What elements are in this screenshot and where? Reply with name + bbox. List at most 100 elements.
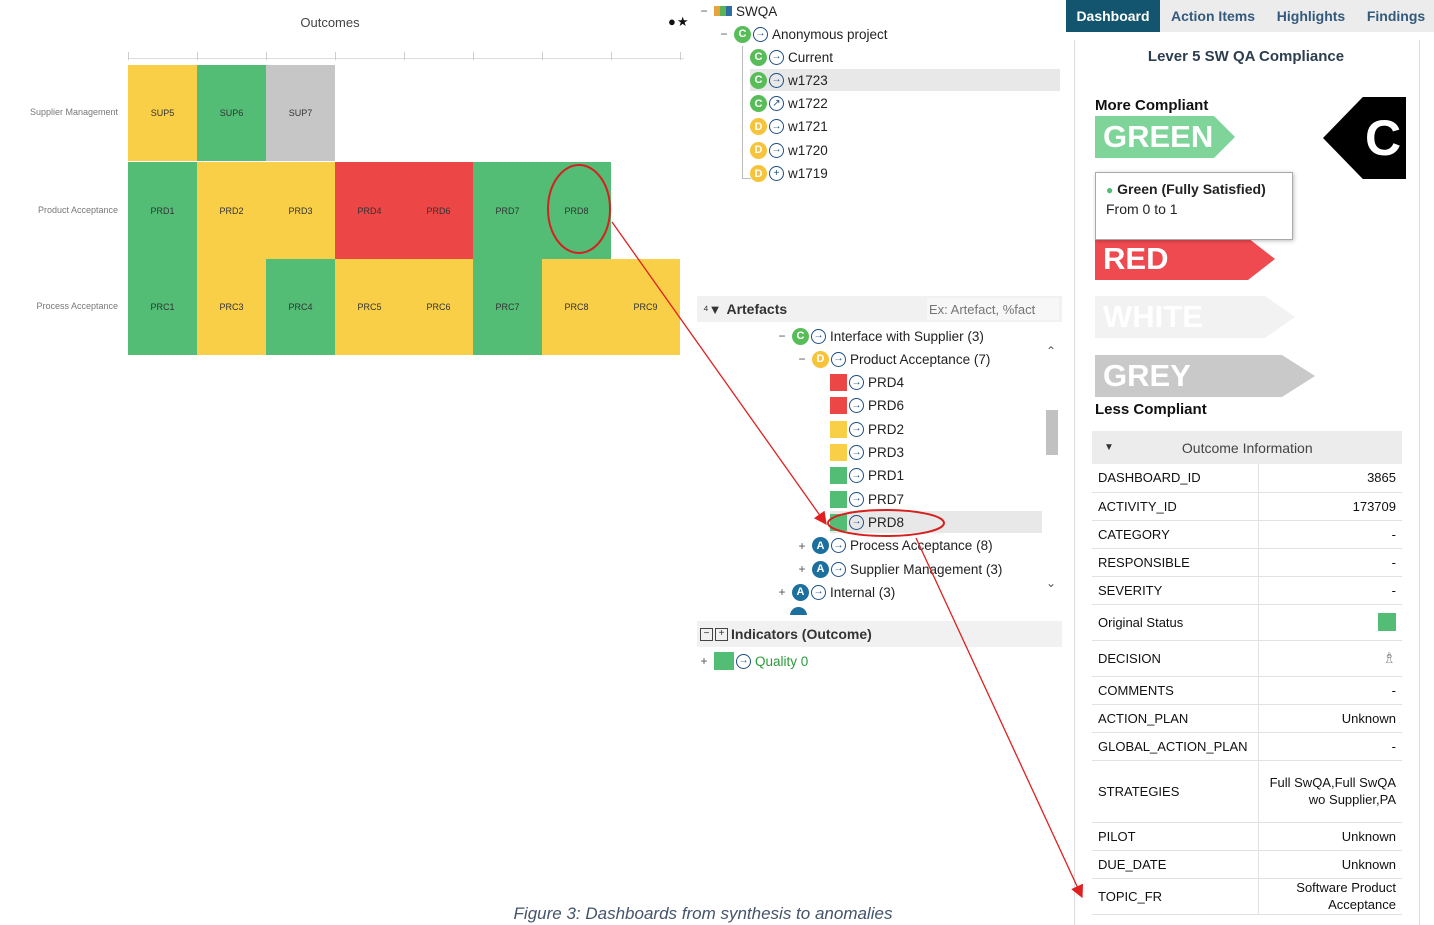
project-label: Anonymous project: [772, 26, 888, 42]
tree-item-version[interactable]: C → w1723: [750, 69, 1060, 92]
tab-findings[interactable]: Findings: [1358, 0, 1434, 32]
heatmap-cell[interactable]: PRD6: [404, 162, 473, 259]
status-square: [830, 444, 847, 461]
tree-item-version[interactable]: D → w1720: [750, 139, 828, 161]
rating-letter: C: [1365, 110, 1402, 166]
collapse-icon[interactable]: −: [776, 329, 788, 343]
heatmap-cell[interactable]: PRD3: [266, 162, 335, 259]
heatmap-cell[interactable]: PRC1: [128, 259, 197, 355]
collapse-icon[interactable]: −: [698, 4, 710, 18]
indicator-label: Quality 0: [755, 653, 809, 669]
figure-caption: Figure 3: Dashboards from synthesis to a…: [513, 904, 893, 923]
info-key: GLOBAL_ACTION_PLAN: [1092, 732, 1259, 761]
status-badge: C: [750, 48, 767, 66]
version-label: w1720: [788, 142, 828, 158]
info-value: 3865: [1367, 470, 1396, 486]
tab-dashboard[interactable]: Dashboard: [1066, 0, 1160, 32]
info-value: 173709: [1352, 498, 1396, 514]
heatmap-cell[interactable]: PRD4: [335, 162, 404, 259]
heatmap-cell[interactable]: SUP6: [197, 65, 266, 161]
version-label: w1721: [788, 119, 828, 135]
less-compliant-label: Less Compliant: [1095, 401, 1207, 418]
heatmap-cell[interactable]: PRD7: [473, 162, 542, 259]
info-value: Full SwQA,Full SwQA wo Supplier,PA: [1269, 775, 1396, 807]
artefact-folder[interactable]: + A → Process Acceptance (8): [796, 535, 993, 557]
arrow-icon: →: [831, 538, 846, 554]
heatmap-cell[interactable]: PRC8: [542, 259, 611, 355]
artefact-label: Product Acceptance (7): [850, 351, 991, 367]
expand-icon[interactable]: +: [698, 654, 710, 668]
heatmap-cell[interactable]: PRD1: [128, 162, 197, 259]
tab-highlights[interactable]: Highlights: [1268, 0, 1354, 32]
tree-item-project[interactable]: − C → Anonymous project: [718, 23, 888, 45]
scroll-up-icon[interactable]: ⌃: [1046, 344, 1056, 358]
heatmap-cell[interactable]: PRC4: [266, 259, 335, 355]
expand-icon[interactable]: +: [796, 539, 808, 553]
heatmap-cell[interactable]: PRC5: [335, 259, 404, 355]
scale-green: GREEN: [1095, 116, 1235, 158]
tree-item-version[interactable]: C → Current: [750, 46, 833, 68]
artefacts-title: Artefacts: [726, 301, 788, 317]
tab-action-items[interactable]: Action Items: [1162, 0, 1264, 32]
scroll-down-icon[interactable]: ⌄: [1046, 576, 1056, 590]
status-badge: D: [750, 141, 767, 159]
arrow-icon: →: [811, 584, 826, 600]
status-badge: C: [750, 71, 767, 89]
bullet-icon: ●: [1106, 183, 1114, 197]
expand-icon[interactable]: +: [776, 585, 788, 599]
arrow-icon: →: [849, 514, 864, 530]
artefacts-scrollbar[interactable]: ⌃ ⌄: [1043, 340, 1059, 610]
artefact-label: PRD4: [868, 375, 905, 391]
info-row: STRATEGIES Full SwQA,Full SwQA wo Supplie…: [1092, 760, 1402, 823]
tree-root-swqa[interactable]: − SWQA: [698, 2, 777, 20]
heatmap-cell[interactable]: PRC9: [611, 259, 680, 355]
artefact-leaf[interactable]: → PRD2: [830, 418, 904, 440]
heatmap-toolbar-icons[interactable]: ●★: [668, 14, 690, 30]
heatmap-cell[interactable]: PRD2: [197, 162, 266, 259]
arrow-icon: →: [831, 561, 846, 577]
heatmap-cell[interactable]: SUP5: [128, 65, 197, 161]
heatmap-cell[interactable]: PRC7: [473, 259, 542, 355]
artefact-leaf[interactable]: → PRD8: [830, 511, 1042, 534]
tree-item-version[interactable]: C ↗ w1722: [750, 93, 828, 115]
artefact-folder[interactable]: − D → Product Acceptance (7): [796, 348, 990, 370]
expand-all-icon[interactable]: +: [715, 627, 728, 641]
outcome-info-table: DASHBOARD_ID 3865 ACTIVITY_ID 173709 CATEGOR…: [1092, 464, 1402, 915]
scroll-thumb[interactable]: [1046, 410, 1058, 455]
info-row: COMMENTS -: [1092, 676, 1402, 705]
heatmap-cell[interactable]: PRC6: [404, 259, 473, 355]
collapse-icon[interactable]: −: [796, 352, 808, 366]
artefact-folder[interactable]: + A → Internal (3): [776, 581, 895, 603]
artefact-leaf[interactable]: → PRD7: [830, 488, 904, 510]
tree-item-version[interactable]: D + w1719: [750, 163, 828, 185]
caret-down-icon[interactable]: ▼: [1104, 442, 1114, 453]
heatmap-tick: [197, 52, 198, 60]
artefact-leaf[interactable]: → PRD1: [830, 465, 904, 487]
info-row: ACTION_PLAN Unknown: [1092, 704, 1402, 733]
status-badge: D: [750, 165, 767, 182]
info-key: SEVERITY: [1092, 576, 1259, 605]
artefact-leaf[interactable]: → PRD6: [830, 395, 904, 417]
artefact-label: PRD6: [868, 398, 905, 414]
artefact-leaf[interactable]: → PRD3: [830, 442, 904, 464]
expand-icon[interactable]: +: [796, 562, 808, 576]
outcome-info-header[interactable]: ▼ Outcome Information: [1092, 431, 1402, 464]
info-key: COMMENTS: [1092, 676, 1259, 705]
status-badge: C: [792, 327, 809, 345]
collapse-icon[interactable]: −: [718, 27, 730, 41]
info-row: RESPONSIBLE -: [1092, 548, 1402, 577]
info-value: -: [1391, 682, 1396, 698]
artefact-leaf[interactable]: → PRD4: [830, 372, 904, 394]
indicator-item-quality[interactable]: + → Quality 0: [698, 650, 808, 672]
heatmap-cell[interactable]: PRC3: [197, 259, 266, 355]
collapse-all-icon[interactable]: −: [700, 627, 713, 641]
tree-item-version[interactable]: D → w1721: [750, 116, 828, 138]
heatmap-cell[interactable]: SUP7: [266, 65, 335, 161]
chart-icon: [714, 6, 732, 16]
artefact-folder[interactable]: + A → Supplier Management (3): [796, 558, 1002, 580]
artefact-folder[interactable]: − C → Interface with Supplier (3): [776, 325, 984, 347]
heatmap-cell[interactable]: PRD8: [542, 162, 611, 259]
artefact-search-input[interactable]: [927, 298, 1059, 320]
filter-icon[interactable]: ⁴▼: [703, 302, 721, 317]
artefacts-header: ⁴▼ Artefacts: [697, 296, 1062, 322]
